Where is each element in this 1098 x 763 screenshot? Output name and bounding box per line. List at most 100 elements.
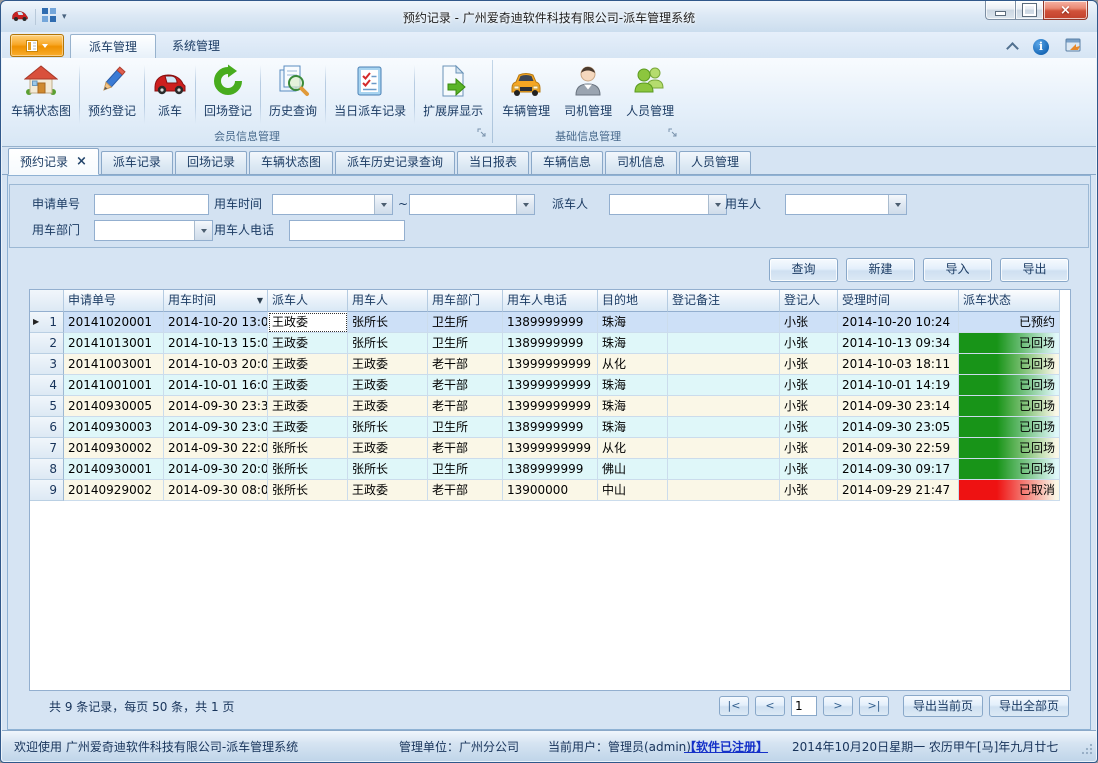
dialog-launcher-icon[interactable] [477, 127, 487, 142]
dept-combo[interactable] [94, 220, 213, 241]
column-header-registrar[interactable]: 登记人 [780, 290, 838, 312]
table-row[interactable]: 5201409300052014-09-30 23:30王政委王政委老干部139… [30, 396, 1070, 417]
maximize-button[interactable] [1015, 1, 1043, 20]
cell-registrar[interactable]: 小张 [780, 438, 838, 459]
cell-status[interactable]: 已取消 [959, 480, 1060, 501]
export-button[interactable]: 导出 [1000, 258, 1069, 282]
close-button[interactable]: × [1043, 1, 1088, 20]
cell-order_no[interactable]: 20141001001 [64, 375, 164, 396]
cell-phone[interactable]: 1389999999 [503, 459, 598, 480]
cell-dispatcher[interactable]: 王政委 [268, 375, 348, 396]
query-button[interactable]: 查询 [769, 258, 838, 282]
cell-user[interactable]: 张所长 [348, 333, 428, 354]
quick-access-layout-icon[interactable] [42, 8, 56, 25]
cell-dept[interactable]: 卫生所 [428, 417, 503, 438]
cell-status[interactable]: 已回场 [959, 417, 1060, 438]
ribbon-tab-dispatch-mgmt[interactable]: 派车管理 [70, 34, 156, 59]
column-header-dept[interactable]: 用车部门 [428, 290, 503, 312]
cell-phone[interactable]: 13900000 [503, 480, 598, 501]
column-header-user[interactable]: 用车人 [348, 290, 428, 312]
row-selector-cell[interactable]: 2 [30, 333, 64, 354]
cell-dest[interactable]: 珠海 [598, 312, 668, 333]
cell-phone[interactable]: 1389999999 [503, 312, 598, 333]
cell-registrar[interactable]: 小张 [780, 459, 838, 480]
cell-use_time[interactable]: 2014-09-30 23:30 [164, 396, 268, 417]
doc-tab-return-records[interactable]: 回场记录 [175, 151, 247, 174]
cell-accept_time[interactable]: 2014-10-01 14:19 [838, 375, 959, 396]
cell-status[interactable]: 已回场 [959, 438, 1060, 459]
column-header-status[interactable]: 派车状态 [959, 290, 1060, 312]
cell-status[interactable]: 已回场 [959, 333, 1060, 354]
cell-use_time[interactable]: 2014-10-01 16:00 [164, 375, 268, 396]
sort-filter-arrow-icon[interactable]: ▼ [257, 290, 263, 311]
cell-user[interactable]: 王政委 [348, 375, 428, 396]
cell-use_time[interactable]: 2014-09-30 20:00 [164, 459, 268, 480]
cell-status[interactable]: 已回场 [959, 354, 1060, 375]
export-current-page-button[interactable]: 导出当前页 [903, 695, 983, 717]
cell-remark[interactable] [668, 312, 780, 333]
table-row[interactable]: 3201410030012014-10-03 20:00王政委王政委老干部139… [30, 354, 1070, 375]
cell-user[interactable]: 张所长 [348, 459, 428, 480]
help-icon[interactable] [1065, 37, 1082, 56]
info-icon[interactable]: i [1033, 39, 1049, 55]
column-header-phone[interactable]: 用车人电话 [503, 290, 598, 312]
cell-remark[interactable] [668, 354, 780, 375]
cell-dest[interactable]: 珠海 [598, 396, 668, 417]
last-page-button[interactable]: >| [859, 696, 889, 716]
cell-dest[interactable]: 中山 [598, 480, 668, 501]
cell-dest[interactable]: 珠海 [598, 375, 668, 396]
column-header-dispatcher[interactable]: 派车人 [268, 290, 348, 312]
cell-use_time[interactable]: 2014-10-13 15:00 [164, 333, 268, 354]
cell-user[interactable]: 张所长 [348, 312, 428, 333]
cell-status[interactable]: 已预约 [959, 312, 1060, 333]
cell-phone[interactable]: 1389999999 [503, 417, 598, 438]
records-grid[interactable]: 申请单号用车时间▼派车人用车人用车部门用车人电话目的地登记备注登记人受理时间派车… [29, 289, 1071, 691]
use-time-from-combo[interactable] [272, 194, 393, 215]
cell-user[interactable]: 王政委 [348, 438, 428, 459]
cell-use_time[interactable]: 2014-10-20 13:00 [164, 312, 268, 333]
table-row[interactable]: 4201410010012014-10-01 16:00王政委王政委老干部139… [30, 375, 1070, 396]
cell-accept_time[interactable]: 2014-10-20 10:24 [838, 312, 959, 333]
row-selector-cell[interactable]: 7 [30, 438, 64, 459]
row-selector-cell[interactable]: 1▶ [30, 312, 64, 333]
dialog-launcher-icon[interactable] [668, 127, 678, 142]
cell-status[interactable]: 已回场 [959, 375, 1060, 396]
dispatcher-combo[interactable] [609, 194, 727, 215]
cell-dept[interactable]: 卫生所 [428, 333, 503, 354]
cell-use_time[interactable]: 2014-09-30 23:00 [164, 417, 268, 438]
row-selector-cell[interactable]: 8 [30, 459, 64, 480]
cell-dispatcher[interactable]: 张所长 [268, 480, 348, 501]
cell-order_no[interactable]: 20141013001 [64, 333, 164, 354]
quick-access-dropdown-icon[interactable]: ▾ [62, 12, 67, 22]
cell-status[interactable]: 已回场 [959, 459, 1060, 480]
ribbon-button-dispatch[interactable]: 派车 [146, 60, 194, 129]
cell-use_time[interactable]: 2014-09-30 08:00 [164, 480, 268, 501]
license-registered-link[interactable]: 【软件已注册】 [684, 738, 768, 755]
doc-tab-reservation-records[interactable]: 预约记录 × [8, 148, 99, 175]
cell-remark[interactable] [668, 417, 780, 438]
doc-tab-daily-report[interactable]: 当日报表 [457, 151, 529, 174]
column-header-use_time[interactable]: 用车时间▼ [164, 290, 268, 312]
row-selector-cell[interactable]: 4 [30, 375, 64, 396]
cell-registrar[interactable]: 小张 [780, 480, 838, 501]
cell-accept_time[interactable]: 2014-10-13 09:34 [838, 333, 959, 354]
cell-phone[interactable]: 13999999999 [503, 438, 598, 459]
cell-dept[interactable]: 老干部 [428, 480, 503, 501]
cell-dispatcher[interactable]: 王政委 [268, 417, 348, 438]
row-selector-cell[interactable]: 5 [30, 396, 64, 417]
cell-remark[interactable] [668, 438, 780, 459]
cell-dispatcher[interactable]: 王政委 [268, 354, 348, 375]
cell-dispatcher[interactable]: 张所长 [268, 438, 348, 459]
table-row[interactable]: 6201409300032014-09-30 23:00王政委张所长卫生所138… [30, 417, 1070, 438]
cell-dispatcher[interactable]: 张所长 [268, 459, 348, 480]
cell-accept_time[interactable]: 2014-09-29 21:47 [838, 480, 959, 501]
doc-tab-dispatch-records[interactable]: 派车记录 [101, 151, 173, 174]
cell-registrar[interactable]: 小张 [780, 396, 838, 417]
cell-dept[interactable]: 老干部 [428, 396, 503, 417]
first-page-button[interactable]: |< [719, 696, 749, 716]
cell-remark[interactable] [668, 396, 780, 417]
cell-accept_time[interactable]: 2014-09-30 23:05 [838, 417, 959, 438]
table-row[interactable]: 2201410130012014-10-13 15:00王政委张所长卫生所138… [30, 333, 1070, 354]
cell-status[interactable]: 已回场 [959, 396, 1060, 417]
phone-input[interactable] [289, 220, 405, 241]
